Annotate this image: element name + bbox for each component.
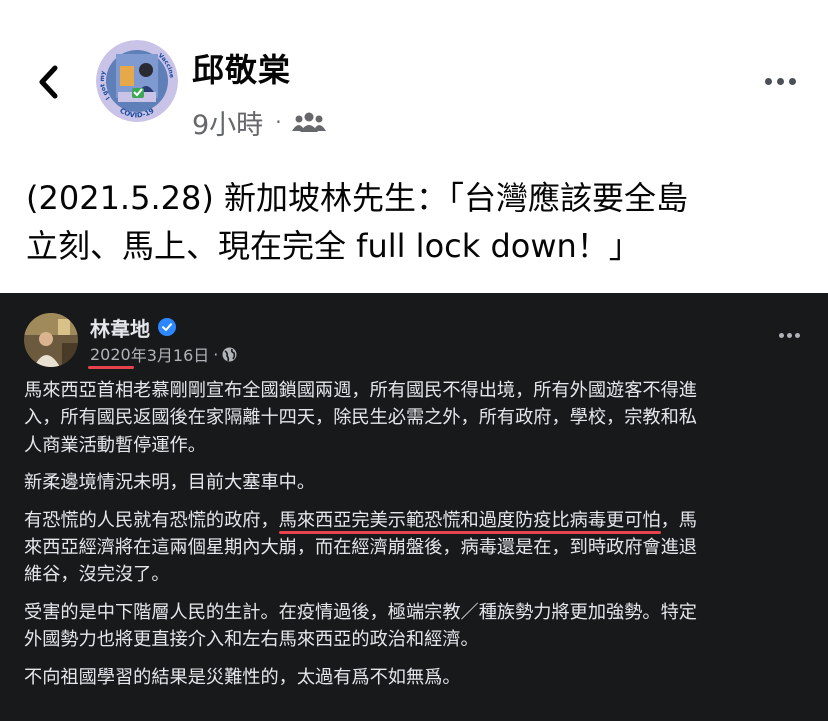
- embedded-paragraph: 有恐慌的人民就有恐慌的政府，馬來西亞完美示範恐慌和過度防疫比病毒更可怕，馬 來西…: [24, 507, 814, 589]
- post-time[interactable]: 9小時: [192, 103, 263, 142]
- post-header: I got my COVID-19 Vaccine 邱敬棠 9小時 ·: [0, 0, 828, 160]
- embedded-date-rest: 年3月16日: [130, 346, 210, 365]
- embedded-line: 新柔邊境情況未明，目前大塞車中。: [24, 472, 316, 494]
- embedded-line: 入，所有國民返國後在家隔離十四天，除民生必需之外，所有政府，學校，宗教和私: [24, 407, 697, 429]
- shared-screenshot[interactable]: 林韋地 2020 年3月16日 · 馬來西亞首相老慕剛剛宣布全國鎖國兩週，所有國…: [0, 293, 828, 721]
- embedded-meta-separator: ·: [213, 344, 219, 364]
- embedded-line: 來西亞經濟將在這兩個星期內大崩，而在經濟崩盤後，病毒還是在，到時政府會進退: [24, 537, 697, 559]
- more-dot-icon: [776, 77, 784, 85]
- back-button[interactable]: [30, 60, 66, 104]
- post-meta: 9小時 ·: [192, 103, 326, 142]
- post-caption: (2021.5.28) 新加坡林先生：「台灣應該要全島 立刻、馬上、現在完全 f…: [26, 174, 806, 270]
- more-options-button[interactable]: [760, 68, 800, 94]
- verified-badge-icon: [158, 318, 176, 336]
- embedded-author-row: 林韋地: [90, 313, 176, 341]
- embedded-avatar: [24, 313, 78, 367]
- embedded-more-icon: [774, 327, 804, 343]
- embedded-meta: 2020 年3月16日 ·: [88, 342, 237, 369]
- highlighted-text: 馬來西亞完美示範恐慌和過度防疫比病毒更可怕: [278, 509, 661, 531]
- embedded-text: 有恐慌的人民就有恐慌的政府，: [24, 509, 279, 531]
- caption-line: 立刻、馬上、現在完全 full lock down！」: [26, 227, 641, 265]
- embedded-line: 外國勢力也將更直接介入和左右馬來西亞的政治和經濟。: [24, 629, 479, 651]
- embedded-line: 不向祖國學習的結果是災難性的，太過有爲不如無爲。: [24, 666, 461, 688]
- chevron-left-icon: [39, 65, 58, 99]
- embedded-line: 人商業活動暫停運作。: [24, 434, 206, 456]
- embedded-post-body: 馬來西亞首相老慕剛剛宣布全國鎖國兩週，所有國民不得出境，所有外國遊客不得進 入，…: [24, 377, 814, 701]
- embedded-text: ，馬: [660, 509, 697, 531]
- meta-separator: ·: [275, 110, 282, 134]
- embedded-paragraph: 馬來西亞首相老慕剛剛宣布全國鎖國兩週，所有國民不得出境，所有外國遊客不得進 入，…: [24, 377, 814, 459]
- embedded-line: 有恐慌的人民就有恐慌的政府，馬來西亞完美示範恐慌和過度防疫比病毒更可怕，馬: [24, 507, 814, 534]
- embedded-line: 馬來西亞首相老慕剛剛宣布全國鎖國兩週，所有國民不得出境，所有外國遊客不得進: [24, 380, 697, 401]
- embedded-paragraph: 受害的是中下階層人民的生計。在疫情過後，極端宗教／種族勢力將更加強勢。特定 外國…: [24, 599, 814, 654]
- embedded-date-year: 2020: [88, 344, 134, 369]
- public-globe-icon: [222, 347, 237, 362]
- embedded-paragraph: 新柔邊境情況未明，目前大塞車中。: [24, 469, 814, 496]
- avatar-frame-image: I got my COVID-19 Vaccine: [96, 40, 178, 122]
- embedded-line: 受害的是中下階層人民的生計。在疫情過後，極端宗教／種族勢力將更加強勢。特定: [24, 601, 697, 623]
- more-dot-icon: [764, 77, 772, 85]
- embedded-line: 維谷，沒完沒了。: [24, 564, 170, 586]
- caption-line: (2021.5.28) 新加坡林先生：「台灣應該要全島: [26, 179, 689, 217]
- more-dot-icon: [788, 77, 796, 85]
- friends-icon[interactable]: [291, 110, 326, 134]
- embedded-author-name: 林韋地: [90, 316, 150, 341]
- avatar[interactable]: I got my COVID-19 Vaccine: [96, 40, 178, 122]
- embedded-paragraph: 不向祖國學習的結果是災難性的，太過有爲不如無爲。: [24, 664, 814, 691]
- poster-name[interactable]: 邱敬棠: [192, 50, 291, 90]
